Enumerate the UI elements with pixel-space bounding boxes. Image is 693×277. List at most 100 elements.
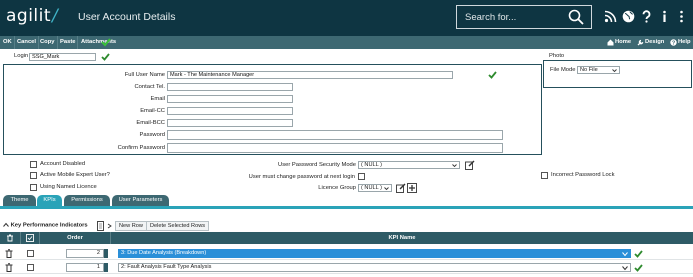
trash-icon[interactable] bbox=[5, 249, 13, 258]
table-row[interactable]: 1 2: Fault Analysis Fault Type Analysis bbox=[0, 261, 693, 274]
email-input[interactable] bbox=[167, 95, 293, 103]
file-mode-value: No File bbox=[580, 67, 598, 73]
agilit-logo[interactable]: agilit/ bbox=[6, 6, 58, 26]
help-question-icon[interactable] bbox=[640, 10, 653, 23]
edit-icon[interactable] bbox=[396, 183, 406, 193]
page-title: User Account Details bbox=[78, 11, 176, 23]
photo-panel bbox=[543, 60, 692, 88]
row-valid-check-icon bbox=[634, 250, 643, 258]
email-label: Email bbox=[150, 96, 166, 102]
help-circle-icon: ? bbox=[670, 39, 677, 46]
photo-title: Photo bbox=[548, 53, 566, 59]
account-disabled-checkbox[interactable] bbox=[30, 161, 37, 168]
named-licence-label: Using Named Licence bbox=[40, 184, 97, 190]
rss-icon[interactable] bbox=[604, 10, 617, 23]
tab-kpis[interactable]: KPIs bbox=[37, 195, 62, 206]
email-cc-input[interactable] bbox=[167, 107, 293, 115]
active-mobile-checkbox[interactable] bbox=[30, 172, 37, 179]
tab-permissions[interactable]: Permissions bbox=[64, 195, 110, 206]
save-check-icon[interactable] bbox=[101, 37, 111, 47]
licence-group-label: Licence Group bbox=[318, 185, 356, 191]
search-input[interactable]: Search for... bbox=[465, 12, 516, 23]
search-box[interactable]: Search for... bbox=[456, 5, 592, 29]
order-spinner[interactable] bbox=[104, 249, 108, 258]
chevron-down-icon[interactable] bbox=[622, 251, 628, 257]
info-icon[interactable] bbox=[658, 10, 671, 23]
login-input[interactable]: SSG_Mark bbox=[29, 53, 96, 61]
password-label: Password bbox=[139, 132, 165, 138]
ok-button[interactable]: OK bbox=[1, 36, 15, 49]
confirm-password-input[interactable] bbox=[167, 143, 503, 153]
chevron-down-icon[interactable] bbox=[622, 265, 628, 271]
row-select-checkbox[interactable] bbox=[27, 264, 34, 271]
contact-tel-label: Contact Tel. bbox=[134, 84, 165, 90]
trash-icon[interactable] bbox=[5, 263, 13, 272]
pw-security-select[interactable]: ( NULL ) bbox=[358, 161, 460, 169]
help-button[interactable]: Help bbox=[678, 36, 691, 49]
menu-dots-icon[interactable] bbox=[675, 10, 688, 23]
password-input[interactable] bbox=[167, 130, 503, 140]
email-cc-label: Email-CC bbox=[140, 108, 165, 114]
login-valid-check-icon bbox=[101, 53, 110, 61]
design-button[interactable]: Design bbox=[645, 36, 664, 49]
edit-icon[interactable] bbox=[465, 160, 475, 170]
full-user-name-input[interactable]: Mark - The Maintenance Manager bbox=[167, 71, 453, 79]
new-row-button[interactable]: New Row bbox=[115, 221, 147, 231]
wrench-icon bbox=[637, 39, 644, 46]
chevron-down-icon bbox=[384, 187, 389, 191]
must-change-pw-checkbox[interactable] bbox=[358, 173, 365, 180]
named-licence-checkbox[interactable] bbox=[30, 184, 37, 191]
full-name-valid-check-icon bbox=[488, 71, 497, 79]
row-valid-check-icon bbox=[634, 264, 643, 272]
order-input[interactable]: 1 bbox=[66, 263, 104, 272]
incorrect-pw-lock-checkbox[interactable] bbox=[541, 172, 548, 179]
tab-underline bbox=[0, 206, 693, 209]
account-disabled-label: Account Disabled bbox=[40, 161, 86, 167]
globe-icon[interactable] bbox=[622, 10, 635, 23]
pw-security-value: ( NULL ) bbox=[361, 162, 382, 168]
paste-button[interactable]: Paste bbox=[58, 36, 79, 49]
row-select-checkbox[interactable] bbox=[27, 250, 34, 257]
select-all-icon bbox=[26, 234, 34, 242]
tab-theme[interactable]: Theme bbox=[3, 195, 36, 206]
collapse-icon[interactable] bbox=[3, 222, 9, 228]
column-order[interactable]: Order bbox=[40, 232, 111, 244]
file-mode-label: File Mode bbox=[550, 67, 576, 73]
home-button[interactable]: Home bbox=[615, 36, 631, 49]
order-input[interactable]: 2 bbox=[66, 249, 104, 258]
tab-user-parameters[interactable]: User Parameters bbox=[112, 195, 169, 206]
licence-group-value: ( NULL ) bbox=[361, 185, 382, 191]
attachments-button[interactable]: Attachments bbox=[79, 36, 118, 49]
kpi-select[interactable]: 3: Due Date Analysis (Breakdown) bbox=[118, 249, 631, 258]
email-bcc-label: Email-BCC bbox=[136, 120, 165, 126]
search-icon[interactable] bbox=[568, 9, 584, 25]
confirm-password-label: Confirm Password bbox=[117, 145, 165, 151]
kpi-grid-title-text: Key Performance Indicators bbox=[10, 222, 88, 229]
licence-group-select[interactable]: ( NULL ) bbox=[358, 184, 392, 192]
kpi-select[interactable]: 2: Fault Analysis Fault Type Analysis bbox=[118, 263, 631, 272]
cancel-button[interactable]: Cancel bbox=[15, 36, 40, 49]
delete-selected-rows-button[interactable]: Delete Selected Rows bbox=[146, 221, 210, 231]
dropdown-arrow-icon[interactable] bbox=[107, 223, 112, 229]
home-icon bbox=[607, 39, 614, 46]
add-icon[interactable] bbox=[407, 183, 417, 193]
table-row[interactable]: 2 3: Due Date Analysis (Breakdown) bbox=[0, 247, 693, 260]
order-spinner[interactable] bbox=[104, 263, 108, 272]
kpi-grid-header: Order KPI Name bbox=[0, 232, 693, 244]
export-document-icon[interactable] bbox=[97, 221, 106, 231]
column-delete[interactable] bbox=[0, 232, 21, 244]
full-user-name-label: Full User Name bbox=[124, 72, 165, 78]
column-select[interactable] bbox=[21, 232, 40, 244]
chevron-down-icon bbox=[452, 164, 457, 168]
must-change-pw-label: User must change password at next login bbox=[248, 174, 355, 180]
login-label: Login bbox=[14, 53, 29, 59]
copy-button[interactable]: Copy bbox=[38, 36, 58, 49]
email-bcc-input[interactable] bbox=[167, 119, 293, 127]
pw-security-label: User Password Security Mode bbox=[278, 162, 356, 168]
active-mobile-label: Active Mobile Expert User? bbox=[40, 172, 110, 178]
file-mode-select[interactable]: No File bbox=[577, 66, 620, 74]
incorrect-pw-lock-label: Incorrect Password Lock bbox=[551, 172, 615, 178]
column-kpi-name[interactable]: KPI Name bbox=[111, 232, 693, 244]
contact-tel-input[interactable] bbox=[167, 83, 293, 91]
app-header: agilit/ User Account Details Search for.… bbox=[0, 0, 693, 36]
